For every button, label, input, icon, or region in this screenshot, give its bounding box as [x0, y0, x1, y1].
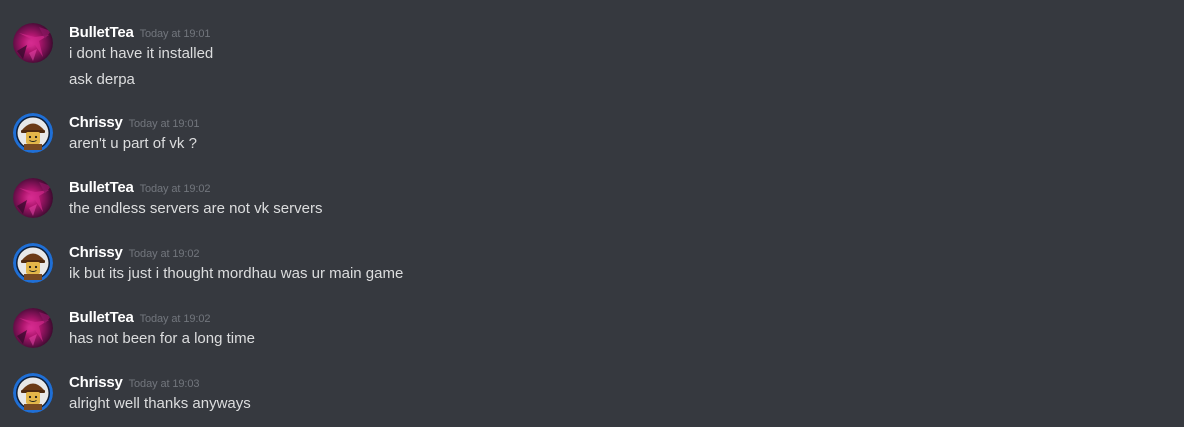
message-text: the endless servers are not vk servers [69, 200, 323, 217]
timestamp[interactable]: Today at 19:01 [140, 28, 211, 40]
timestamp[interactable]: Today at 19:02 [140, 313, 211, 325]
message-text: ask derpa [69, 71, 135, 88]
avatar[interactable] [13, 308, 53, 348]
message-header: Chrissy Today at 19:03 [69, 373, 200, 394]
message-text: aren't u part of vk ? [69, 135, 197, 152]
message-text: i dont have it installed [69, 45, 214, 62]
message-header: Chrissy Today at 19:02 [69, 243, 200, 264]
username[interactable]: Chrissy [69, 244, 123, 261]
username[interactable]: BulletTea [69, 309, 134, 326]
purple-abstract-avatar-icon [13, 308, 53, 348]
message-header: Chrissy Today at 19:01 [69, 113, 200, 134]
avatar[interactable] [13, 243, 53, 283]
purple-abstract-avatar-icon [13, 178, 53, 218]
lego-minifigure-avatar-icon [13, 243, 53, 283]
timestamp[interactable]: Today at 19:02 [129, 248, 200, 260]
avatar[interactable] [13, 113, 53, 153]
avatar[interactable] [13, 178, 53, 218]
message-text: ik but its just i thought mordhau was ur… [69, 265, 404, 282]
message-text: alright well thanks anyways [69, 395, 251, 412]
lego-minifigure-avatar-icon [13, 113, 53, 153]
message-text: has not been for a long time [69, 330, 255, 347]
username[interactable]: Chrissy [69, 114, 123, 131]
timestamp[interactable]: Today at 19:01 [129, 118, 200, 130]
avatar[interactable] [13, 23, 53, 63]
timestamp[interactable]: Today at 19:03 [129, 378, 200, 390]
avatar[interactable] [13, 373, 53, 413]
purple-abstract-avatar-icon [13, 23, 53, 63]
username[interactable]: BulletTea [69, 24, 134, 41]
message-header: BulletTea Today at 19:01 [69, 23, 210, 44]
lego-minifigure-avatar-icon [13, 373, 53, 413]
username[interactable]: BulletTea [69, 179, 134, 196]
timestamp[interactable]: Today at 19:02 [140, 183, 211, 195]
username[interactable]: Chrissy [69, 374, 123, 391]
chat-messages: BulletTea Today at 19:01 i dont have it i… [0, 0, 1184, 427]
message-header: BulletTea Today at 19:02 [69, 178, 210, 199]
message-header: BulletTea Today at 19:02 [69, 308, 210, 329]
